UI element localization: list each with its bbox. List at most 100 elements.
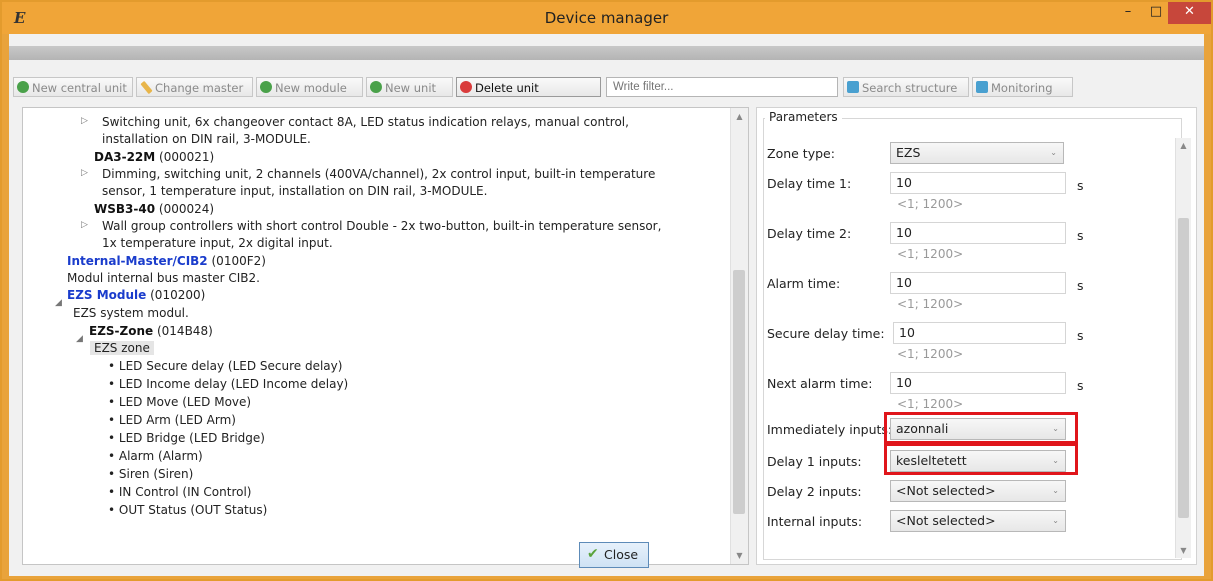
new-module-button[interactable]: New module xyxy=(256,77,363,97)
tree-item-desc: EZS system modul. xyxy=(73,306,189,320)
tree-item-desc: installation on DIN rail, 3-MODULE. xyxy=(102,132,311,146)
unit-label: s xyxy=(1077,378,1084,393)
alarm-time-input[interactable]: 10 xyxy=(890,272,1066,294)
tree-item-ezs-module[interactable]: EZS Module (010200) xyxy=(67,288,205,302)
new-central-unit-button[interactable]: New central unit xyxy=(13,77,133,97)
expand-icon[interactable]: ▷ xyxy=(81,220,88,230)
tree-item-da3[interactable]: DA3-22M (000021) xyxy=(94,150,214,164)
tree-item-desc: sensor, 1 temperature input, installatio… xyxy=(102,184,488,198)
tree-child[interactable]: • LED Secure delay (LED Secure delay) xyxy=(108,359,342,373)
unit-label: s xyxy=(1077,178,1084,193)
zone-type-label: Zone type: xyxy=(767,146,835,161)
search-structure-button[interactable]: Search structure xyxy=(843,77,969,97)
close-window-button[interactable]: ✕ xyxy=(1168,2,1211,24)
delay-2-inputs-value: <Not selected> xyxy=(896,483,996,498)
next-alarm-time-input[interactable]: 10 xyxy=(890,372,1066,394)
scroll-thumb[interactable] xyxy=(1178,218,1189,518)
range-hint: <1; 1200> xyxy=(897,197,964,211)
monitoring-button[interactable]: Monitoring xyxy=(972,77,1073,97)
window-title: Device manager xyxy=(544,9,669,27)
range-hint: <1; 1200> xyxy=(897,397,964,411)
tree-item-desc: EZS zone xyxy=(90,341,154,355)
immediately-inputs-label: Immediately inputs: xyxy=(767,422,893,437)
unit-label: s xyxy=(1077,278,1084,293)
secure-delay-time-input[interactable]: 10 xyxy=(893,322,1066,344)
device-tree[interactable]: ▷ Switching unit, 6x changeover contact … xyxy=(22,107,749,565)
tree-child[interactable]: • LED Bridge (LED Bridge) xyxy=(108,431,265,445)
search-structure-label: Search structure xyxy=(862,81,958,95)
delay-time-2-input[interactable]: 10 xyxy=(890,222,1066,244)
scroll-up-icon[interactable]: ▲ xyxy=(1176,141,1191,150)
delete-unit-label: Delete unit xyxy=(475,81,539,95)
delay-time-1-label: Delay time 1: xyxy=(767,176,852,191)
tree-child[interactable]: • LED Move (LED Move) xyxy=(108,395,251,409)
tree-item-name: DA3-22M xyxy=(94,150,156,164)
internal-inputs-select[interactable]: <Not selected> ⌄ xyxy=(890,510,1066,532)
secure-delay-time-label: Secure delay time: xyxy=(767,326,885,341)
range-hint: <1; 1200> xyxy=(897,297,964,311)
scroll-down-icon[interactable]: ▼ xyxy=(1176,546,1191,555)
chevron-down-icon: ⌄ xyxy=(1052,516,1059,525)
parameters-scrollbar[interactable]: ▲ ▼ xyxy=(1175,138,1191,558)
tree-item-id: (0100F2) xyxy=(211,254,266,268)
expand-icon[interactable]: ▷ xyxy=(81,116,88,126)
title-bar[interactable]: E Device manager – □ ✕ xyxy=(2,2,1211,34)
delay-2-inputs-select[interactable]: <Not selected> ⌄ xyxy=(890,480,1066,502)
tree-item-id: (014B48) xyxy=(156,324,213,338)
close-button[interactable]: ✔ Close xyxy=(579,542,649,568)
new-unit-label: New unit xyxy=(385,81,437,95)
tree-item-internal-master[interactable]: Internal-Master/CIB2 (0100F2) xyxy=(67,254,266,268)
tree-item-name: EZS-Zone xyxy=(89,324,154,338)
tree-child[interactable]: • LED Arm (LED Arm) xyxy=(108,413,236,427)
tree-child[interactable]: • Alarm (Alarm) xyxy=(108,449,203,463)
scroll-thumb[interactable] xyxy=(733,270,745,514)
tree-child[interactable]: • Siren (Siren) xyxy=(108,467,193,481)
close-button-label: Close xyxy=(604,547,639,562)
tree-item-id: (010200) xyxy=(150,288,206,302)
parameters-legend: Parameters xyxy=(765,110,842,124)
tree-child[interactable]: • LED Income delay (LED Income delay) xyxy=(108,377,348,391)
tree-item-ezs-zone[interactable]: EZS-Zone (014B48) xyxy=(89,324,213,338)
tree-item-id: (000021) xyxy=(159,150,215,164)
collapse-icon[interactable]: ◢ xyxy=(55,298,62,308)
maximize-button[interactable]: □ xyxy=(1143,2,1169,24)
new-module-label: New module xyxy=(275,81,347,95)
pencil-icon xyxy=(140,80,153,95)
remove-icon xyxy=(460,81,472,93)
unit-label: s xyxy=(1077,328,1084,343)
new-central-unit-label: New central unit xyxy=(32,81,127,95)
range-hint: <1; 1200> xyxy=(897,247,964,261)
tree-scrollbar[interactable]: ▲ ▼ xyxy=(730,108,748,564)
collapse-icon[interactable]: ◢ xyxy=(76,334,83,344)
header-band xyxy=(9,46,1204,60)
zone-type-select[interactable]: EZS ⌄ xyxy=(890,142,1064,164)
internal-inputs-value: <Not selected> xyxy=(896,513,996,528)
tree-item-desc-selected[interactable]: EZS zone xyxy=(90,341,154,355)
scroll-up-icon[interactable]: ▲ xyxy=(731,112,748,121)
next-alarm-time-label: Next alarm time: xyxy=(767,376,873,391)
delay-time-1-input[interactable]: 10 xyxy=(890,172,1066,194)
monitoring-icon xyxy=(976,81,988,93)
tree-item-desc: Modul internal bus master CIB2. xyxy=(67,271,260,285)
tree-item-name: Internal-Master/CIB2 xyxy=(67,254,208,268)
device-manager-window: E Device manager – □ ✕ New central unit … xyxy=(0,0,1213,581)
search-structure-icon xyxy=(847,81,859,93)
change-master-label: Change master xyxy=(155,81,244,95)
tree-item-desc: 1x temperature input, 2x digital input. xyxy=(102,236,333,250)
highlight-box xyxy=(884,443,1078,475)
change-master-button[interactable]: Change master xyxy=(136,77,253,97)
delay-time-2-label: Delay time 2: xyxy=(767,226,852,241)
delay-1-inputs-label: Delay 1 inputs: xyxy=(767,454,862,469)
unit-label: s xyxy=(1077,228,1084,243)
tree-child[interactable]: • OUT Status (OUT Status) xyxy=(108,503,267,517)
new-unit-button[interactable]: New unit xyxy=(366,77,453,97)
expand-icon[interactable]: ▷ xyxy=(81,168,88,178)
tree-item-wsb[interactable]: WSB3-40 (000024) xyxy=(94,202,214,216)
alarm-time-label: Alarm time: xyxy=(767,276,841,291)
minimize-button[interactable]: – xyxy=(1115,2,1141,24)
tree-child[interactable]: • IN Control (IN Control) xyxy=(108,485,251,499)
highlight-box xyxy=(884,412,1078,444)
delete-unit-button[interactable]: Delete unit xyxy=(456,77,601,97)
filter-input[interactable] xyxy=(606,77,838,97)
scroll-down-icon[interactable]: ▼ xyxy=(731,551,748,560)
